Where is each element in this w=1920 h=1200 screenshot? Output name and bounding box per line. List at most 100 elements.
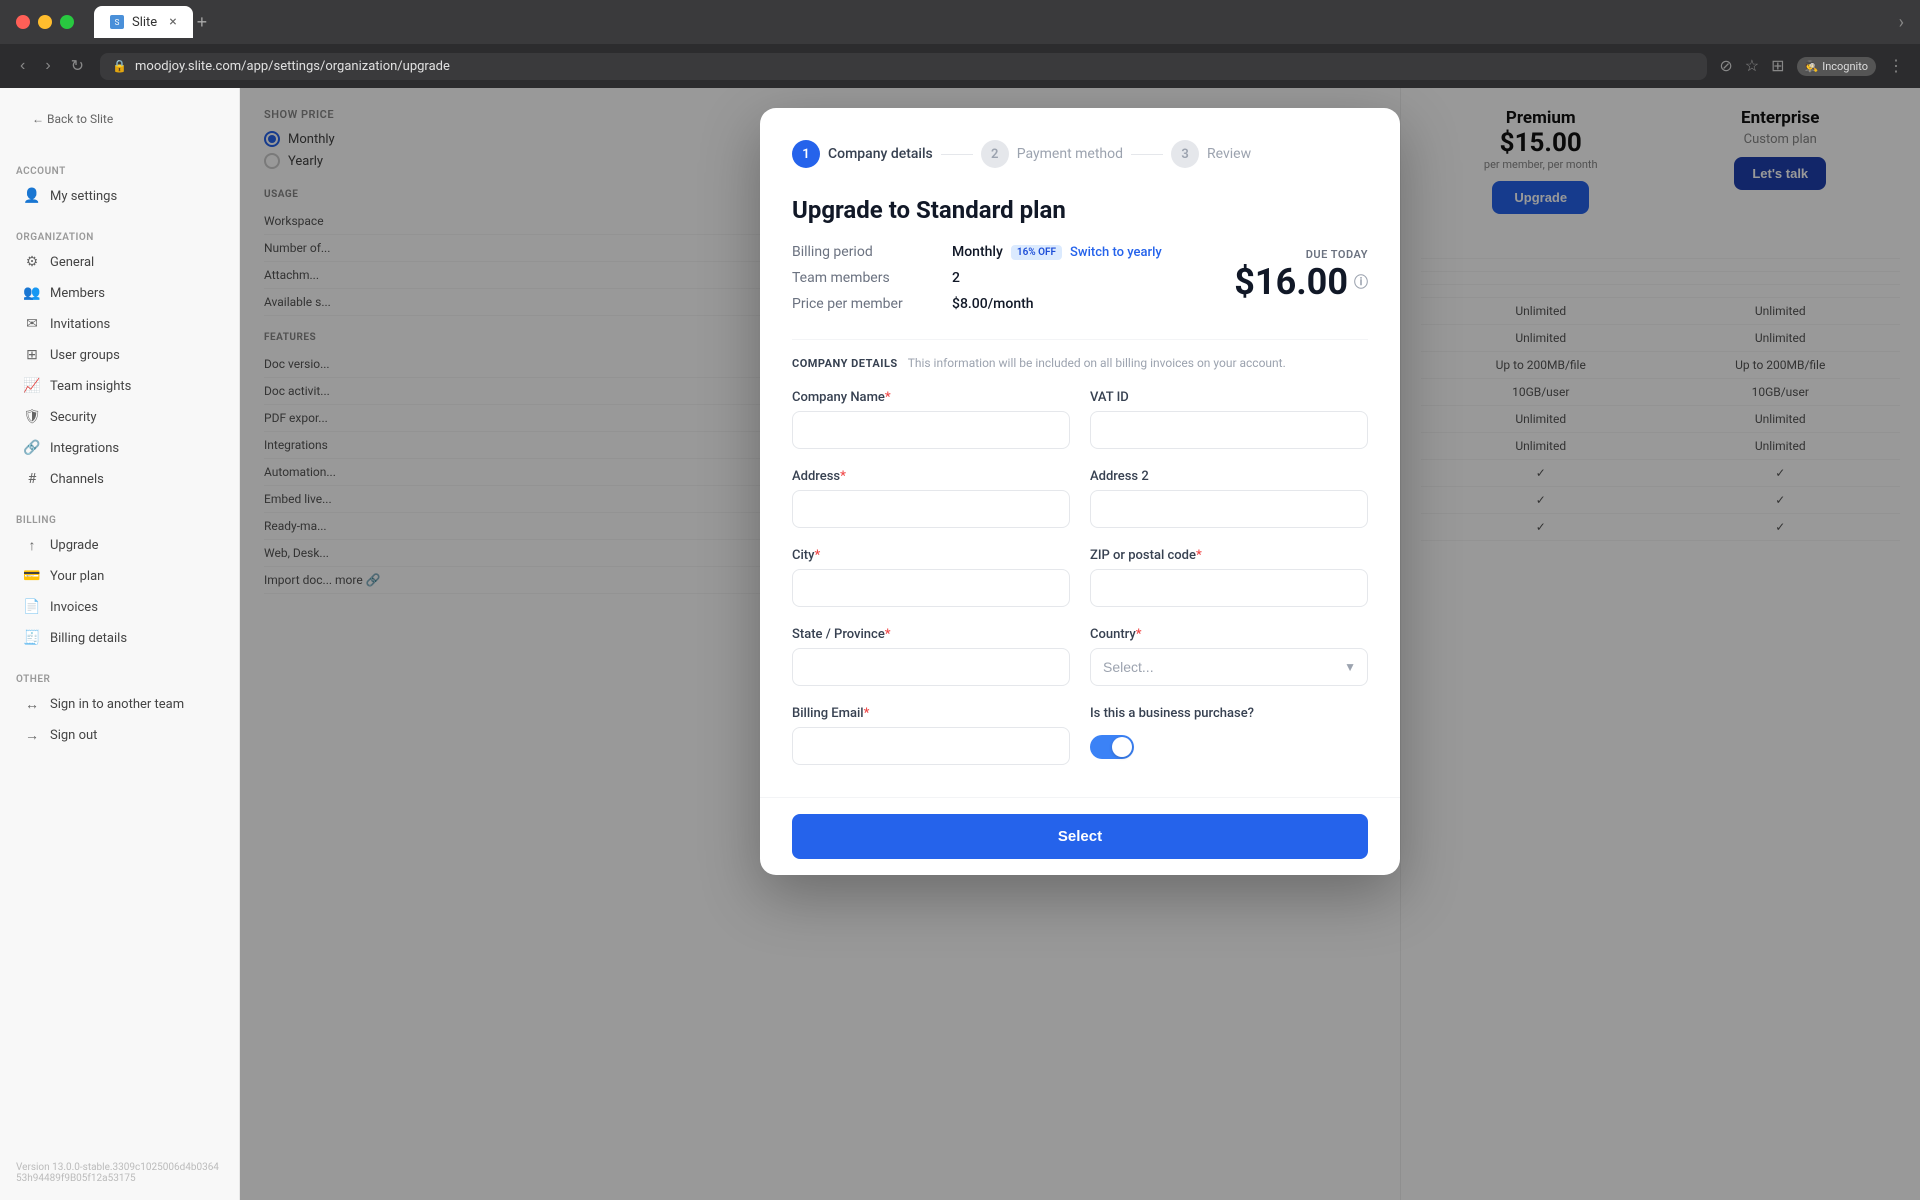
billing-email-input[interactable] <box>792 727 1070 765</box>
vat-id-input[interactable] <box>1090 411 1368 449</box>
company-name-required: * <box>885 390 891 405</box>
browser-tab[interactable]: S Slite × <box>94 6 193 38</box>
price-per-member-row: Price per member $8.00/month <box>792 296 1162 312</box>
tab-grid-icon[interactable]: ⊞ <box>1771 56 1784 76</box>
country-select[interactable]: Select... <box>1090 648 1368 686</box>
url-text: moodjoy.slite.com/app/settings/organizat… <box>135 59 450 74</box>
sidebar: ← Back to Slite ACCOUNT 👤 My settings OR… <box>0 88 240 1200</box>
zip-required: * <box>1196 548 1202 563</box>
back-nav-button[interactable]: ‹ <box>16 53 29 79</box>
main-area: SHOW PRICE Monthly Yearly USAGE Workspac… <box>240 88 1920 1200</box>
address2-input[interactable] <box>1090 490 1368 528</box>
country-group: Country* Select... ▼ <box>1090 627 1368 686</box>
forward-nav-button[interactable]: › <box>41 53 54 79</box>
sidebar-item-my-settings[interactable]: 👤 My settings <box>16 181 223 211</box>
sidebar-item-billing-details[interactable]: 🧾 Billing details <box>16 623 223 653</box>
city-input[interactable] <box>792 569 1070 607</box>
business-purchase-group: Is this a business purchase? <box>1090 706 1368 765</box>
sidebar-label-team-insights: Team insights <box>50 379 131 394</box>
business-purchase-label: Is this a business purchase? <box>1090 706 1368 721</box>
state-label: State / Province* <box>792 627 1070 642</box>
sidebar-item-security[interactable]: 🛡 Security <box>16 402 223 432</box>
city-label: City* <box>792 548 1070 563</box>
upgrade-icon: ↑ <box>24 537 40 553</box>
business-purchase-toggle[interactable] <box>1090 735 1134 759</box>
chart-icon: 📈 <box>24 378 40 394</box>
step-2: 2 Payment method <box>981 140 1123 168</box>
browser-menu-icon[interactable]: ⋮ <box>1888 56 1904 76</box>
country-required: * <box>1136 627 1142 642</box>
team-members-value: 2 <box>952 270 960 286</box>
billing-period-label: Billing period <box>792 244 952 260</box>
refresh-button[interactable]: ↻ <box>67 52 88 80</box>
sidebar-item-general[interactable]: ⚙ General <box>16 247 223 277</box>
step-3-label: Review <box>1207 146 1251 162</box>
sidebar-item-your-plan[interactable]: 💳 Your plan <box>16 561 223 591</box>
divider-1 <box>792 339 1368 340</box>
sidebar-item-sign-in-another[interactable]: ↔ Sign in to another team <box>16 689 223 719</box>
address-input[interactable] <box>792 490 1070 528</box>
sidebar-back-link[interactable]: ← Back to Slite <box>16 104 223 134</box>
more-options-icon[interactable]: › <box>1899 12 1904 33</box>
sidebar-item-invitations[interactable]: ✉ Invitations <box>16 309 223 339</box>
sidebar-item-sign-out[interactable]: → Sign out <box>16 720 223 750</box>
sidebar-label-invoices: Invoices <box>50 600 98 615</box>
company-name-input[interactable] <box>792 411 1070 449</box>
billing-details-left: Billing period Monthly 16% OFF Switch to… <box>792 244 1162 322</box>
select-button[interactable]: Select <box>792 814 1368 859</box>
section-label-org: ORGANIZATION <box>16 232 223 243</box>
address-bar[interactable]: 🔒 moodjoy.slite.com/app/settings/organiz… <box>100 53 1707 80</box>
step-1: 1 Company details <box>792 140 933 168</box>
stepper: 1 Company details 2 Payment method <box>792 140 1368 168</box>
price-per-member-label: Price per member <box>792 296 952 312</box>
sidebar-label-user-groups: User groups <box>50 348 120 363</box>
maximize-button[interactable] <box>60 15 74 29</box>
sidebar-item-team-insights[interactable]: 📈 Team insights <box>16 371 223 401</box>
section-label-other: OTHER <box>16 674 223 685</box>
sidebar-item-upgrade[interactable]: ↑ Upgrade <box>16 530 223 560</box>
billing-icon: 🧾 <box>24 630 40 646</box>
zip-group: ZIP or postal code* <box>1090 548 1368 607</box>
browser-chrome: S Slite × + › ‹ › ↻ 🔒 moodjoy.slite.com/… <box>0 0 1920 88</box>
billing-period-value-group: Monthly 16% OFF Switch to yearly <box>952 244 1162 260</box>
sidebar-label-channels: Channels <box>50 472 104 487</box>
sidebar-label-upgrade: Upgrade <box>50 538 98 553</box>
camera-off-icon[interactable]: ⊘ <box>1719 56 1732 76</box>
mail-icon: ✉ <box>24 316 40 332</box>
billing-email-required: * <box>864 706 870 721</box>
sidebar-item-channels[interactable]: # Channels <box>16 464 223 494</box>
step-2-label: Payment method <box>1017 146 1123 162</box>
sidebar-label-members: Members <box>50 286 105 301</box>
price-per-member-value: $8.00/month <box>952 296 1034 312</box>
plan-icon: 💳 <box>24 568 40 584</box>
zip-input[interactable] <box>1090 569 1368 607</box>
switch-to-yearly-link[interactable]: Switch to yearly <box>1070 245 1162 260</box>
info-icon[interactable]: ⓘ <box>1354 272 1368 292</box>
close-button[interactable] <box>16 15 30 29</box>
new-tab-button[interactable]: + <box>197 12 208 33</box>
sidebar-item-members[interactable]: 👥 Members <box>16 278 223 308</box>
step-1-label: Company details <box>828 146 933 162</box>
step-3-circle: 3 <box>1171 140 1199 168</box>
sidebar-item-integrations[interactable]: 🔗 Integrations <box>16 433 223 463</box>
company-form: Company Name* VAT ID Address* <box>792 390 1368 765</box>
lock-icon: 🔒 <box>112 59 127 73</box>
state-input[interactable] <box>792 648 1070 686</box>
team-members-label: Team members <box>792 270 952 286</box>
browser-addressbar: ‹ › ↻ 🔒 moodjoy.slite.com/app/settings/o… <box>0 44 1920 88</box>
bookmark-icon[interactable]: ☆ <box>1745 56 1759 76</box>
vat-id-group: VAT ID <box>1090 390 1368 449</box>
section-label-billing: BILLING <box>16 515 223 526</box>
tab-close-icon[interactable]: × <box>169 14 176 30</box>
billing-email-group: Billing Email* <box>792 706 1070 765</box>
minimize-button[interactable] <box>38 15 52 29</box>
sidebar-item-invoices[interactable]: 📄 Invoices <box>16 592 223 622</box>
sidebar-section-account: ACCOUNT 👤 My settings <box>0 162 239 216</box>
grid-icon: ⊞ <box>24 347 40 363</box>
people-icon: 👥 <box>24 285 40 301</box>
vat-id-label: VAT ID <box>1090 390 1368 405</box>
country-select-wrapper: Select... ▼ <box>1090 648 1368 686</box>
upgrade-modal: 1 Company details 2 Payment method <box>760 108 1400 875</box>
sidebar-item-user-groups[interactable]: ⊞ User groups <box>16 340 223 370</box>
tab-title: Slite <box>132 15 157 30</box>
